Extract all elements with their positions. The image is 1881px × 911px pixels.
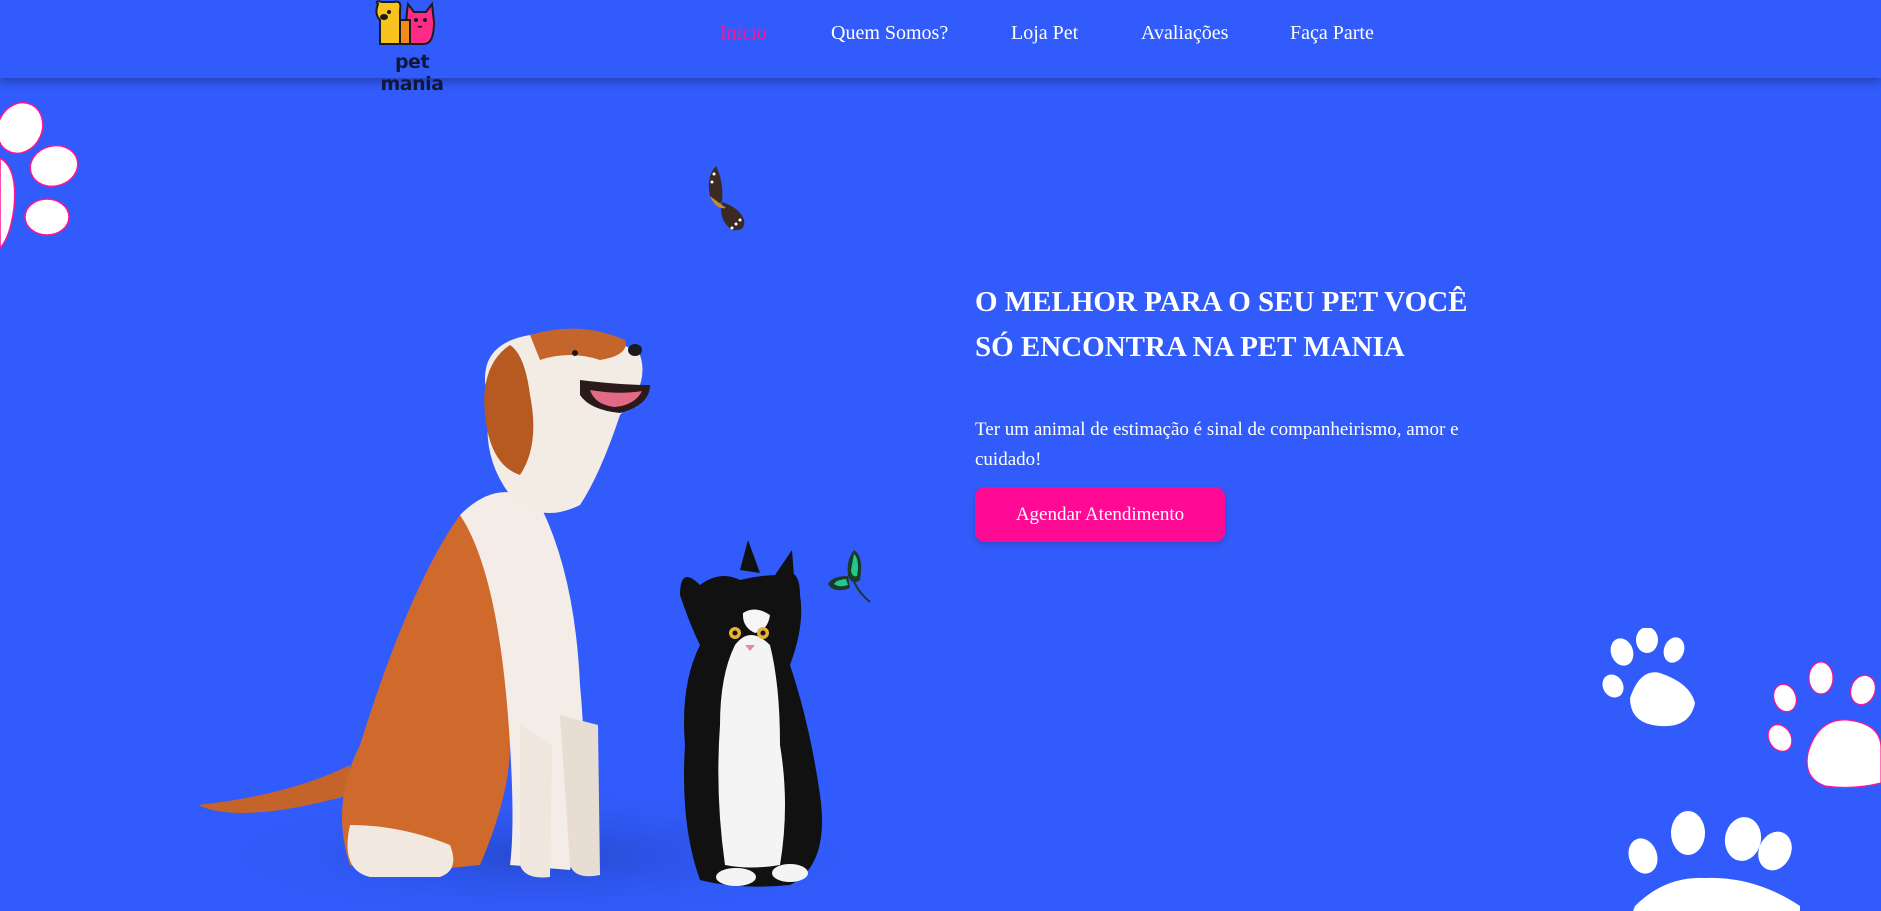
hero-title: O MELHOR PARA O SEU PET VOCÊ SÓ ENCONTRA…	[975, 286, 1468, 363]
butterfly-brown-icon	[708, 166, 745, 231]
nav-link-inicio[interactable]: Início	[720, 22, 767, 45]
schedule-appointment-button[interactable]: Agendar Atendimento	[975, 487, 1225, 542]
paw-print-decoration-right-small	[1602, 628, 1695, 727]
paw-print-decoration-bottom-right	[1628, 811, 1800, 911]
dog-and-cat-hero-image	[198, 328, 880, 911]
paw-print-decoration-top-left	[0, 101, 79, 250]
hero-subtitle: Ter um animal de estimação é sinal de co…	[975, 419, 1459, 470]
paw-print-decoration-right-edge	[1767, 661, 1881, 788]
site-header: pet mania Início Quem Somos? Loja Pet Av…	[0, 0, 1881, 95]
nav-link-quem-somos[interactable]: Quem Somos?	[831, 22, 948, 45]
landing-page: pet mania Início Quem Somos? Loja Pet Av…	[0, 0, 1881, 911]
dog-and-cat-logo-icon	[375, 0, 436, 45]
nav-link-faca-parte[interactable]: Faça Parte	[1290, 22, 1374, 45]
nav-link-avaliacoes[interactable]: Avaliações	[1141, 22, 1228, 45]
brand-logo-text: pet mania	[380, 51, 444, 95]
nav-link-loja-pet[interactable]: Loja Pet	[1011, 22, 1078, 45]
brand-logo[interactable]: pet mania	[364, 0, 458, 95]
